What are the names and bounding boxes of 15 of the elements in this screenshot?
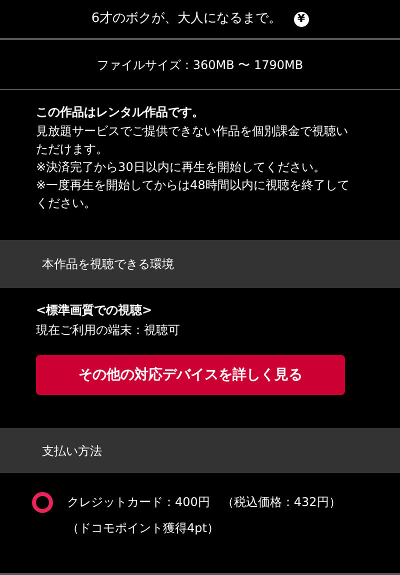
radio-button[interactable] — [32, 492, 53, 513]
quality-label: <標準画質での視聴> — [36, 302, 154, 319]
payment-option: クレジットカード：400円 （税込価格：432円） — [67, 491, 341, 513]
points-note: （ドコモポイント獲得4pt） — [67, 520, 220, 537]
devices-button[interactable]: その他の対応デバイスを詳しく見る — [36, 355, 345, 395]
notice-heading: この作品はレンタル作品です。 — [36, 104, 205, 121]
file-size: ファイルサイズ：360MB 〜 1790MB — [96, 56, 304, 74]
section-header: 本作品を視聴できる環境 — [0, 240, 400, 288]
movie-title: 6才のボクが、大人になるまで。 — [91, 10, 282, 28]
notice-text: ※決済完了から30日以内に再生を開始してください。 — [36, 159, 326, 176]
device-status: 現在ご利用の端末：視聴可 — [36, 322, 181, 339]
notice-text: ※一度再生を開始してからは48時間以内に視聴を終了してください。 — [36, 177, 350, 212]
section-header: 支払い方法 — [0, 428, 400, 473]
yen-icon: ¥ — [294, 12, 309, 26]
notice-text: 見放題サービスでご提供できない作品を個別課金で視聴いただけます。 — [36, 123, 349, 158]
